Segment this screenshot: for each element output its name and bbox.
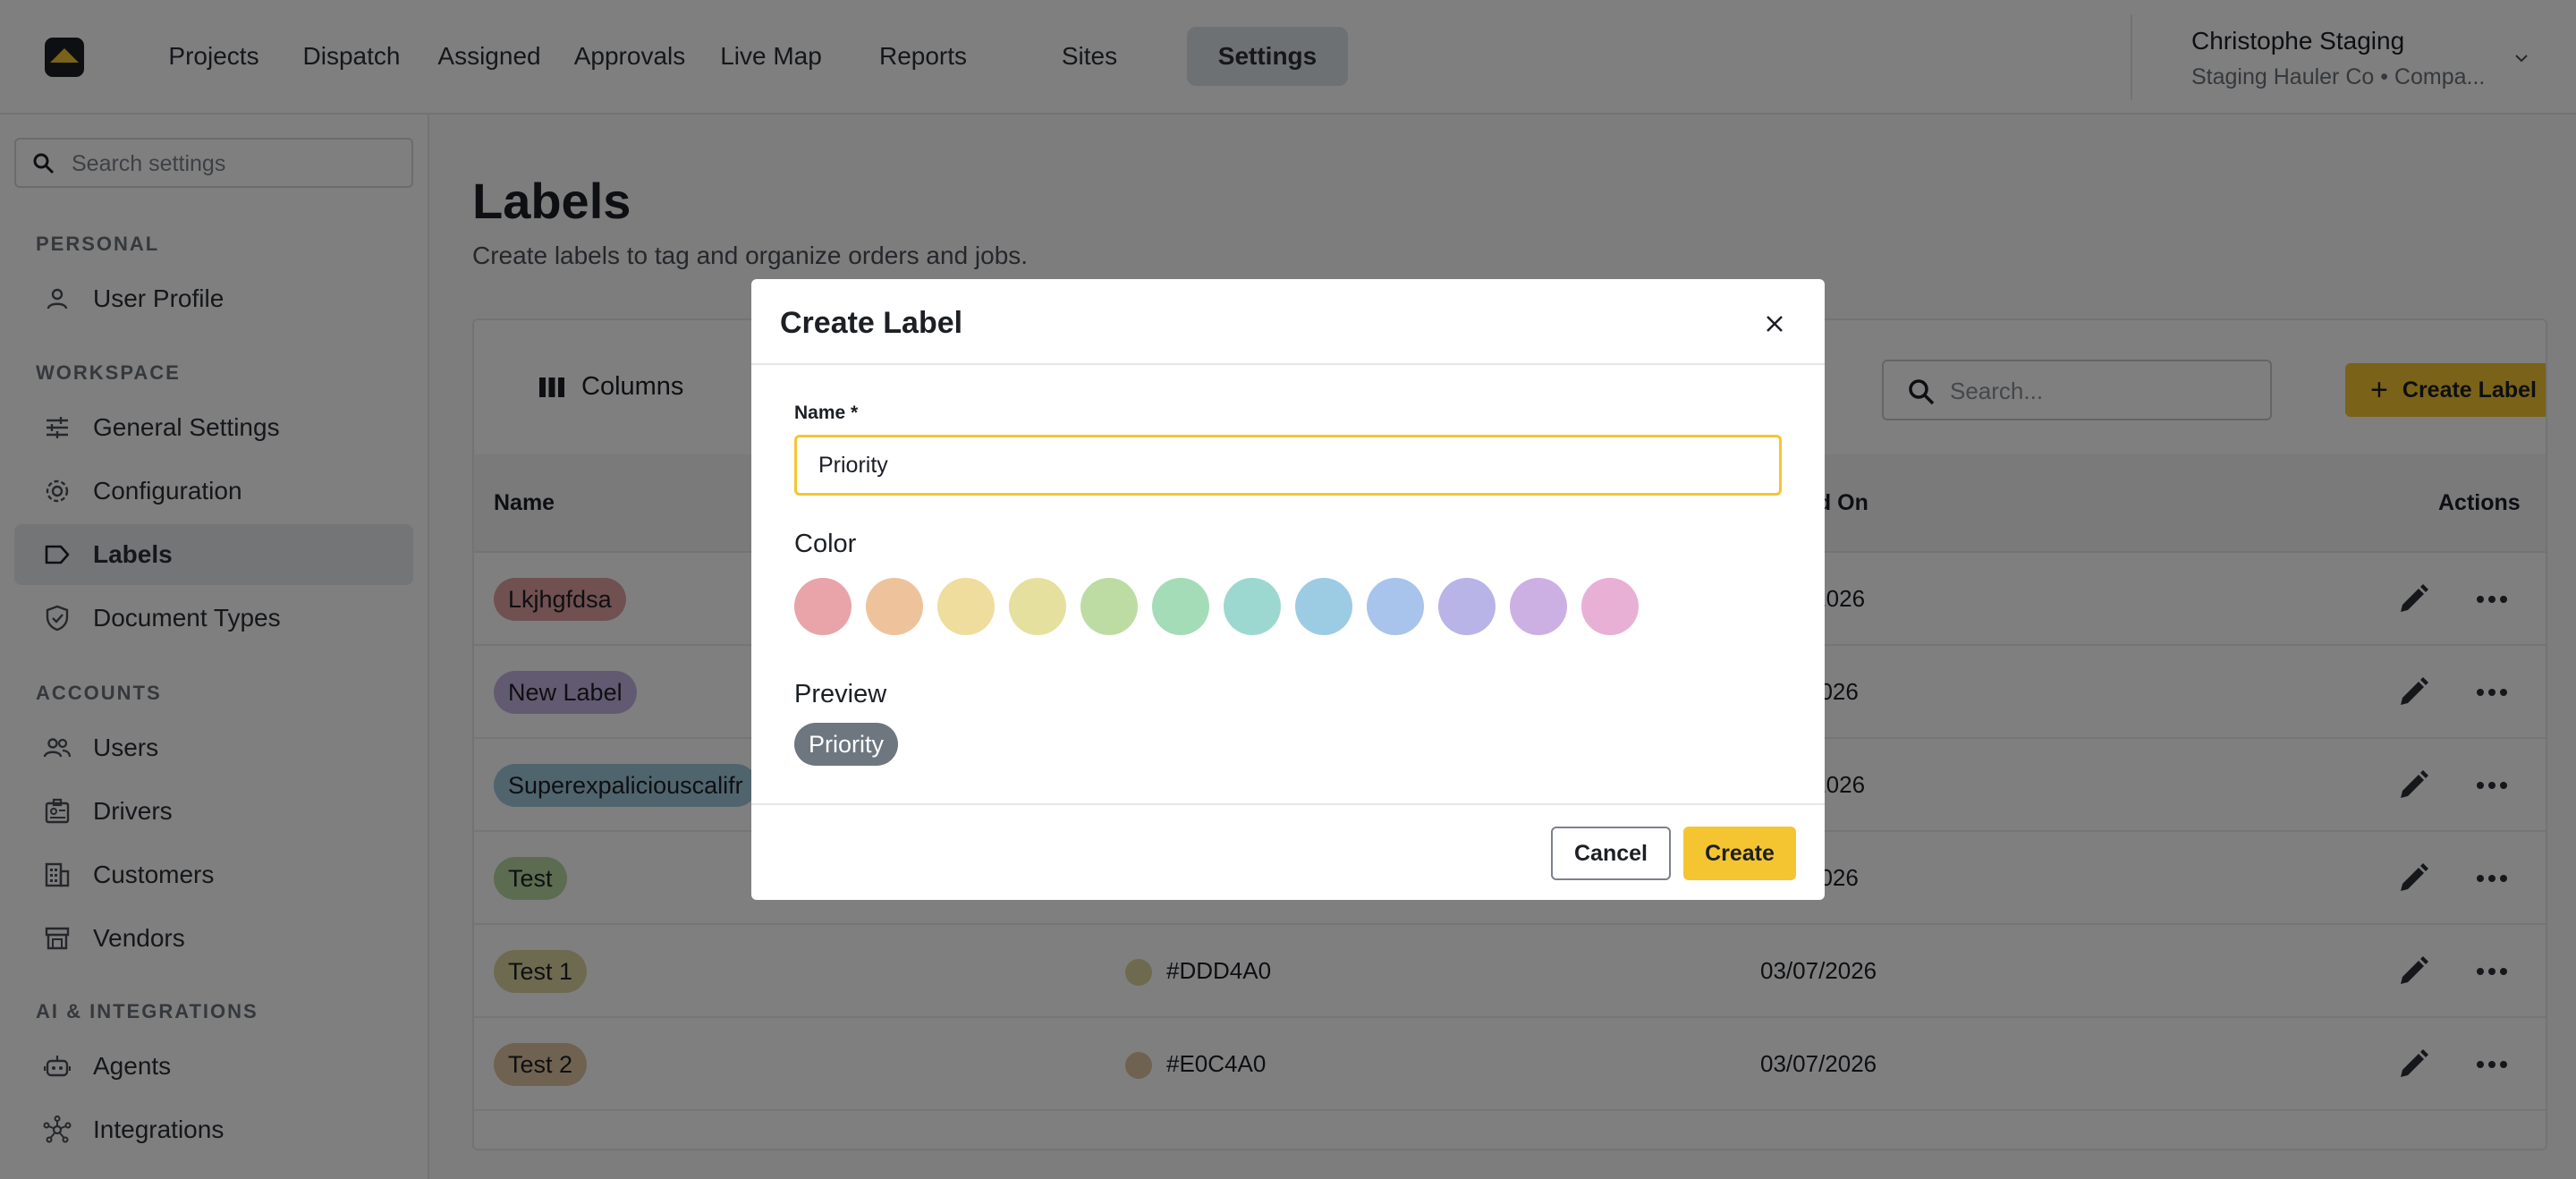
color-swatch[interactable] xyxy=(794,578,852,635)
preview-label: Preview xyxy=(794,680,887,708)
preview-pill: Priority xyxy=(794,723,899,766)
divider xyxy=(751,803,1825,805)
color-swatch[interactable] xyxy=(1080,578,1138,635)
create-label-dialog: Create Label Name * Color Preview Priori… xyxy=(751,279,1825,900)
color-swatch[interactable] xyxy=(1224,578,1281,635)
color-label: Color xyxy=(794,530,857,558)
close-icon[interactable] xyxy=(1760,310,1789,338)
color-swatch[interactable] xyxy=(1009,578,1066,635)
dialog-title: Create Label xyxy=(780,306,963,340)
color-swatch[interactable] xyxy=(866,578,923,635)
name-field[interactable] xyxy=(794,435,1782,496)
color-swatch[interactable] xyxy=(1438,578,1496,635)
color-swatch[interactable] xyxy=(1367,578,1424,635)
color-swatches xyxy=(794,578,1639,635)
color-swatch[interactable] xyxy=(1295,578,1352,635)
name-field-label: Name * xyxy=(794,403,859,423)
create-button[interactable]: Create xyxy=(1683,827,1796,880)
color-swatch[interactable] xyxy=(1510,578,1567,635)
divider xyxy=(751,363,1825,365)
cancel-button[interactable]: Cancel xyxy=(1551,827,1671,880)
color-swatch[interactable] xyxy=(937,578,995,635)
color-swatch[interactable] xyxy=(1152,578,1209,635)
color-swatch[interactable] xyxy=(1581,578,1639,635)
